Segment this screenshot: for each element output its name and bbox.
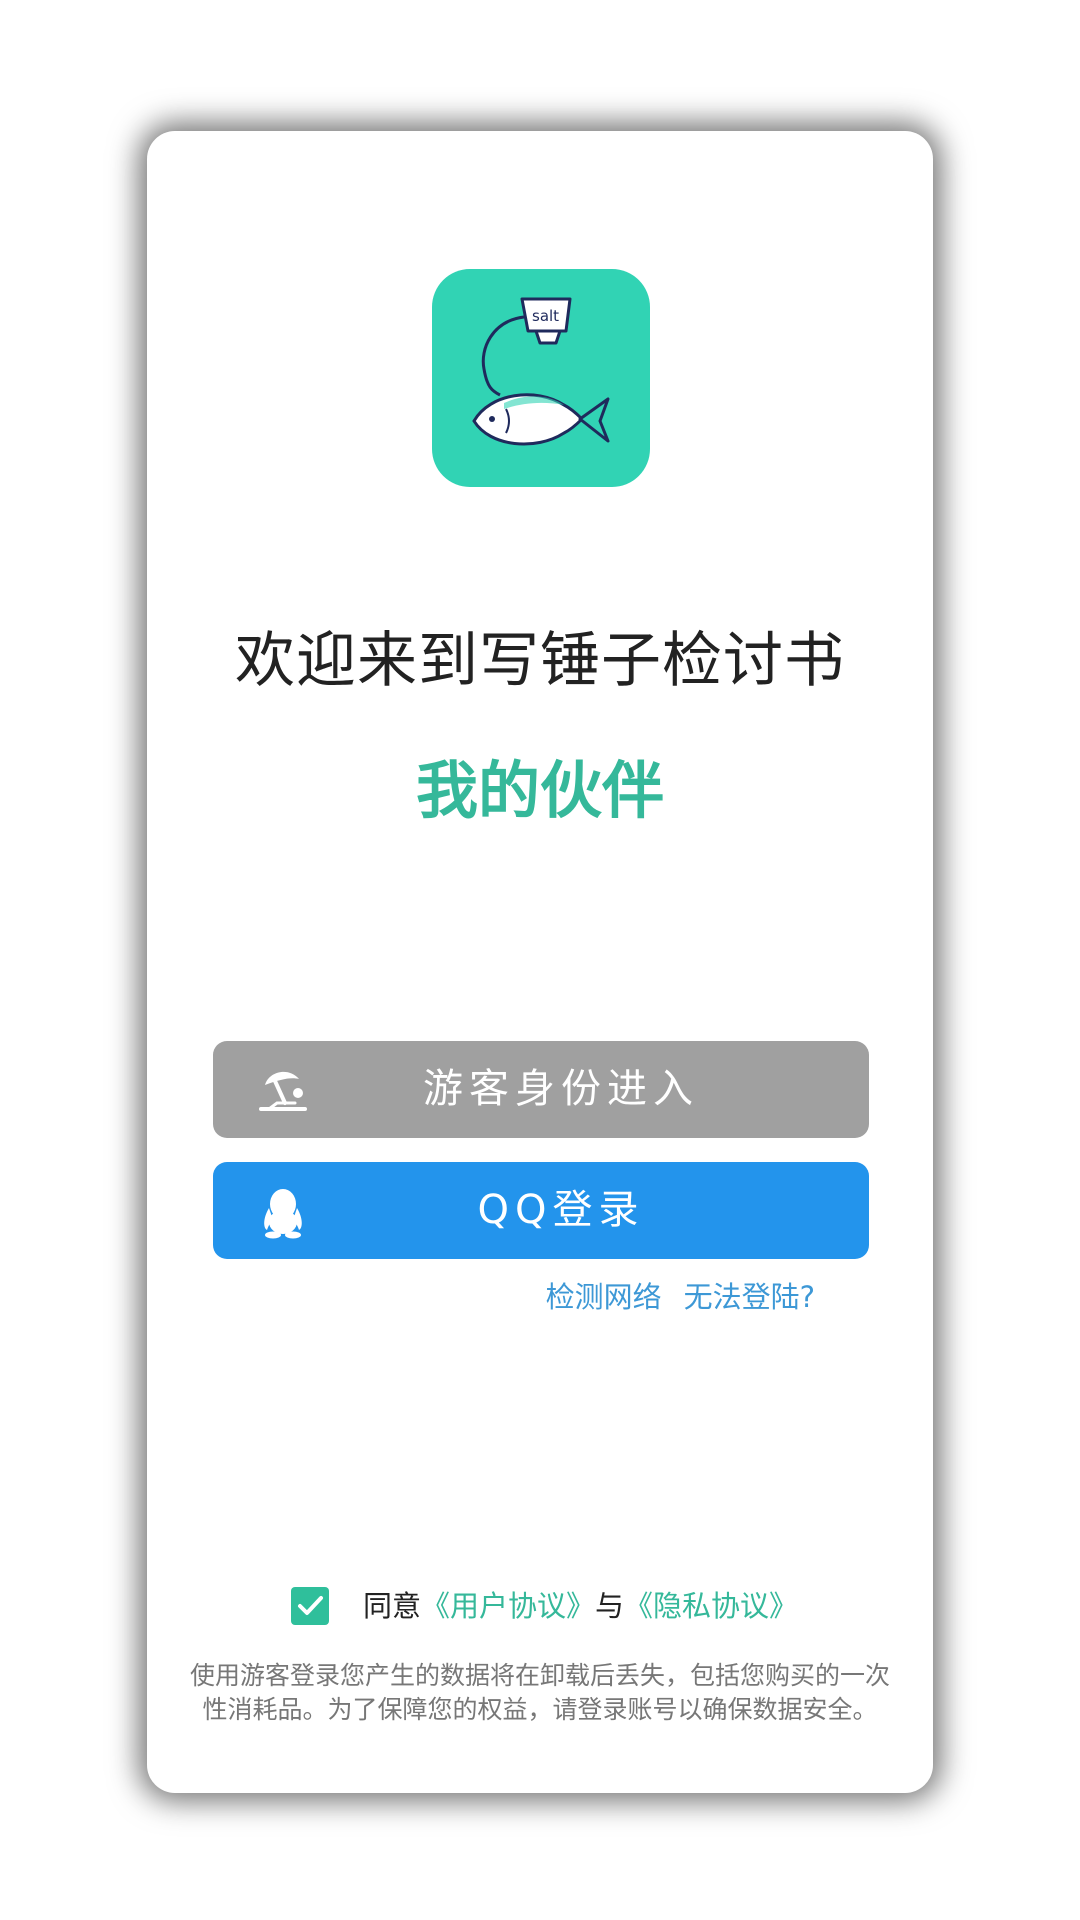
- agreement-checkbox[interactable]: [291, 1587, 329, 1625]
- agreement-connector: 与: [595, 1589, 625, 1623]
- agreement-prefix: 同意: [363, 1589, 422, 1623]
- qq-login-label: QQ登录: [477, 1187, 645, 1233]
- agreement-text: 同意《用户协议》与《隐私协议》: [363, 1581, 798, 1631]
- slogan-text: 我的伙伴: [415, 754, 664, 827]
- svg-text:salt: salt: [532, 307, 559, 325]
- help-links: 检测网络 无法登陆?: [546, 1277, 815, 1317]
- guest-data-notice: 使用游客登录您产生的数据将在卸载后丢失，包括您购买的一次性消耗品。为了保障您的权…: [189, 1661, 890, 1724]
- privacy-policy-link[interactable]: 《隐私协议》: [624, 1589, 798, 1623]
- fish-salt-logo-icon: salt: [472, 297, 610, 446]
- cannot-login-link[interactable]: 无法登陆?: [684, 1280, 815, 1314]
- checkmark-icon: [298, 1596, 323, 1615]
- guest-login-button[interactable]: 游客身份进入: [213, 1041, 869, 1138]
- screen: salt 欢迎来到写锤子检讨书 我的伙伴 游客身份进入 QQ登录 检测网络 无法…: [0, 0, 1080, 1920]
- agreement-row: 同意《用户协议》与《隐私协议》: [147, 1581, 933, 1631]
- login-dialog: salt 欢迎来到写锤子检讨书 我的伙伴 游客身份进入 QQ登录 检测网络 无法…: [147, 131, 933, 1793]
- guest-login-label: 游客身份进入: [423, 1066, 699, 1112]
- app-logo: salt: [432, 269, 650, 487]
- check-network-link[interactable]: 检测网络: [546, 1280, 662, 1314]
- qq-login-button[interactable]: QQ登录: [213, 1162, 869, 1259]
- user-agreement-link[interactable]: 《用户协议》: [421, 1589, 595, 1623]
- welcome-title: 欢迎来到写锤子检讨书: [235, 626, 845, 696]
